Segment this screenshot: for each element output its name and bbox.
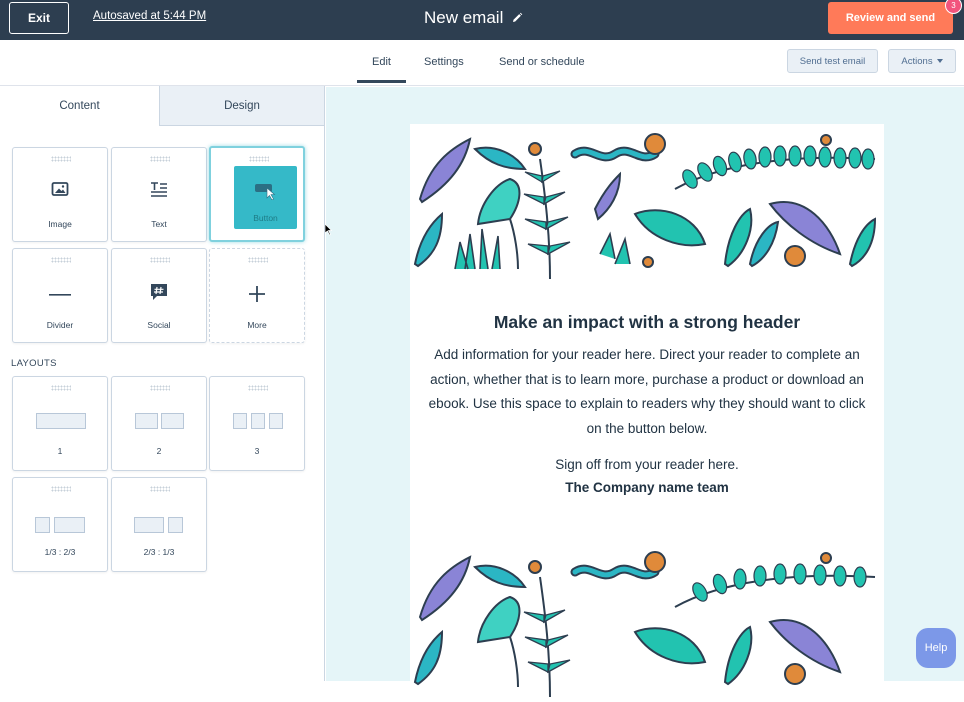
mouse-cursor-icon (325, 224, 333, 236)
module-button[interactable]: Button (209, 146, 305, 242)
module-image[interactable]: Image (12, 147, 108, 242)
drag-handle[interactable] (150, 257, 170, 263)
tab-settings[interactable]: Settings (424, 56, 464, 68)
layout-column (36, 413, 86, 429)
layout-column (168, 517, 183, 533)
drag-handle[interactable] (150, 486, 170, 492)
button-drag-preview[interactable]: Button (234, 166, 297, 229)
module-label: Button (253, 213, 278, 223)
layout-label: 2/3 : 1/3 (143, 547, 175, 557)
top-bar: Exit Autosaved at 5:44 PM New email Revi… (0, 0, 964, 40)
drag-handle[interactable] (248, 257, 268, 263)
actions-label: Actions (901, 55, 933, 67)
email-title[interactable]: New email (424, 8, 523, 28)
footer-leaves-image[interactable] (410, 542, 884, 702)
layout-column (134, 517, 164, 533)
caret-down-icon (936, 59, 943, 63)
drag-handle[interactable] (51, 385, 71, 391)
module-label: More (247, 320, 267, 330)
drag-handle[interactable] (51, 486, 71, 492)
drag-handle[interactable] (51, 156, 71, 162)
plus-icon (210, 285, 304, 303)
email-company-name: The Company name team (565, 480, 729, 495)
layout-two-thirds-one-third[interactable]: 2/3 : 1/3 (111, 477, 207, 572)
drag-handle[interactable] (150, 156, 170, 162)
layouts-heading: LAYOUTS (11, 358, 57, 369)
layout-column (135, 413, 158, 429)
module-label: Divider (46, 320, 74, 330)
layout-label: 2 (156, 446, 162, 456)
layout-one-third-two-thirds[interactable]: 1/3 : 2/3 (12, 477, 108, 572)
actions-dropdown[interactable]: Actions (888, 49, 956, 73)
layout-column (54, 517, 85, 533)
module-label: Image (48, 219, 72, 229)
notification-badge[interactable]: 3 (945, 0, 962, 14)
layout-column (251, 413, 265, 429)
drag-handle[interactable] (249, 156, 269, 162)
text-icon (112, 181, 206, 199)
layout-3-columns[interactable]: 3 (209, 376, 305, 471)
divider-icon (13, 293, 107, 297)
module-social[interactable]: Social (111, 248, 207, 343)
layout-2-columns[interactable]: 2 (111, 376, 207, 471)
send-test-email-button[interactable]: Send test email (787, 49, 878, 73)
email-paragraph: Add information for your reader here. Di… (428, 347, 866, 436)
review-and-send-button[interactable]: Review and send (828, 2, 953, 34)
layout-column (269, 413, 283, 429)
tab-edit[interactable]: Edit (357, 56, 406, 83)
social-icon (112, 282, 206, 302)
email-preview: Make an impact with a strong header Add … (410, 124, 884, 698)
autosave-link[interactable]: Autosaved at 5:44 PM (93, 10, 206, 22)
layout-column (233, 413, 247, 429)
layout-label: 1 (57, 446, 63, 456)
layout-column (35, 517, 50, 533)
layout-1-column[interactable]: 1 (12, 376, 108, 471)
help-button[interactable]: Help (916, 628, 956, 668)
layout-column (161, 413, 184, 429)
module-text[interactable]: Text (111, 147, 207, 242)
header-leaves-image[interactable] (410, 124, 884, 284)
module-label: Text (151, 219, 167, 229)
tab-design[interactable]: Design (159, 86, 324, 126)
pencil-icon[interactable] (511, 12, 523, 24)
content-panel: Content Design Image Text Button Divider (0, 86, 325, 681)
tab-content[interactable]: Content (0, 86, 159, 126)
email-title-text: New email (424, 8, 504, 27)
email-canvas: Make an impact with a strong header Add … (326, 87, 964, 698)
editor-tabs-bar: Edit Settings Send or schedule Send test… (0, 40, 964, 86)
layout-label: 3 (254, 446, 260, 456)
module-divider[interactable]: Divider (12, 248, 108, 343)
layout-label: 1/3 : 2/3 (44, 547, 76, 557)
button-icon (234, 182, 297, 200)
module-more[interactable]: More (209, 248, 305, 343)
email-body-section[interactable]: Make an impact with a strong header Add … (410, 312, 884, 495)
drag-handle[interactable] (248, 385, 268, 391)
module-label: Social (147, 320, 171, 330)
image-icon (13, 181, 107, 197)
drag-handle[interactable] (51, 257, 71, 263)
tab-send-or-schedule[interactable]: Send or schedule (499, 56, 585, 68)
email-signoff: Sign off from your reader here. (555, 457, 739, 472)
email-heading: Make an impact with a strong header (493, 312, 801, 332)
exit-button[interactable]: Exit (9, 2, 69, 34)
drag-handle[interactable] (150, 385, 170, 391)
